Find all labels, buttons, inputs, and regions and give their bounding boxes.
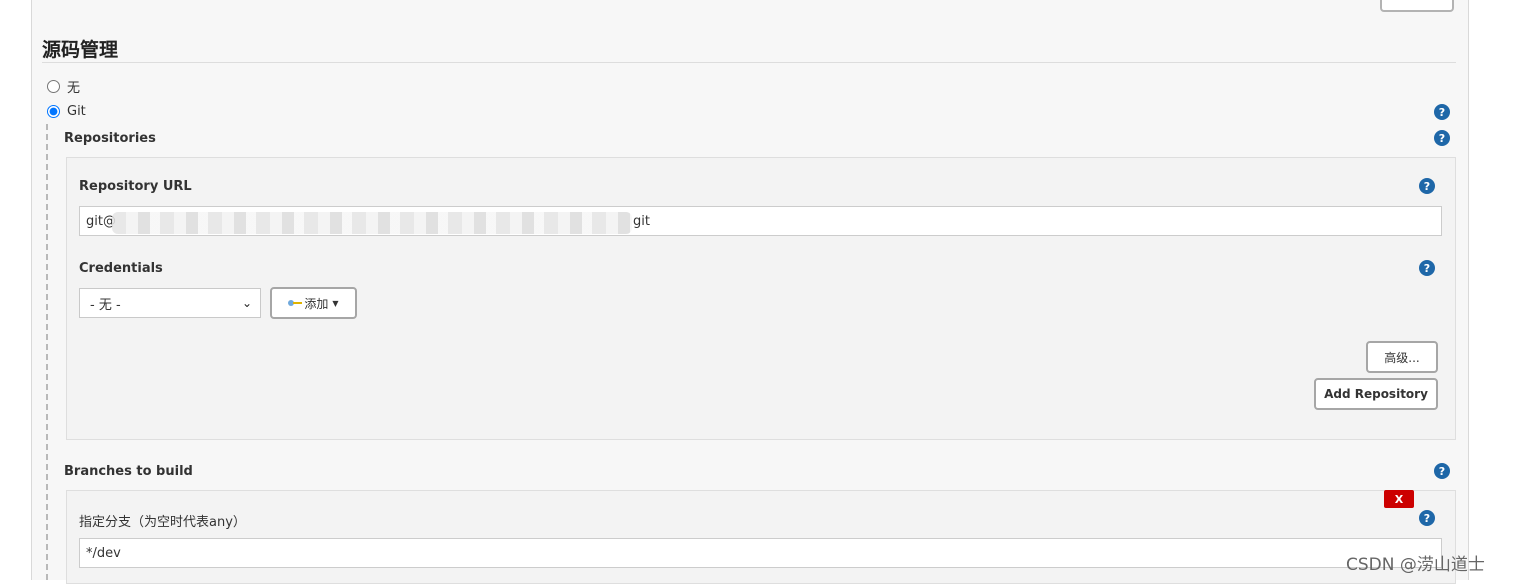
section-title: 源码管理 [42,39,119,61]
repository-url-end: git [633,214,650,229]
add-repository-button[interactable]: Add Repository [1314,378,1438,410]
top-cut-off-button[interactable] [1380,0,1454,12]
branch-box [66,490,1456,584]
scm-none-radio[interactable] [47,80,60,93]
repositories-label: Repositories [64,131,156,146]
caret-down-icon: ▼ [332,298,339,308]
watermark: CSDN @涝山道士 [1346,555,1485,575]
key-icon [288,300,303,306]
add-credentials-label: 添加 [304,296,329,311]
redacted-url-blur [112,212,632,234]
add-credentials-button[interactable]: 添加 ▼ [270,287,357,319]
branches-help-icon[interactable]: ? [1434,463,1450,479]
section-divider [42,62,1456,63]
scm-none-label: 无 [67,81,81,96]
credentials-selected-value: - 无 - [90,297,121,313]
branch-specifier-input[interactable]: */dev [79,538,1442,568]
branch-specifier-label: 指定分支（为空时代表any） [79,515,246,530]
scm-git-label: Git [67,104,86,119]
credentials-label: Credentials [79,261,163,276]
advanced-button[interactable]: 高级... [1366,341,1438,373]
branch-specifier-help-icon[interactable]: ? [1419,510,1435,526]
scm-option-git[interactable]: Git [47,104,86,119]
repository-url-help-icon[interactable]: ? [1419,178,1435,194]
chevron-down-icon: ⌄ [241,296,252,310]
branches-to-build-label: Branches to build [64,464,193,479]
credentials-help-icon[interactable]: ? [1419,260,1435,276]
credentials-select[interactable]: - 无 - ⌄ [79,288,261,318]
repositories-help-icon[interactable]: ? [1434,130,1450,146]
git-options-rail [46,124,48,580]
repository-url-label: Repository URL [79,179,192,194]
scm-option-none[interactable]: 无 [47,77,80,96]
delete-branch-button[interactable]: X [1384,490,1414,508]
scm-git-radio[interactable] [47,105,60,118]
git-help-icon[interactable]: ? [1434,104,1450,120]
